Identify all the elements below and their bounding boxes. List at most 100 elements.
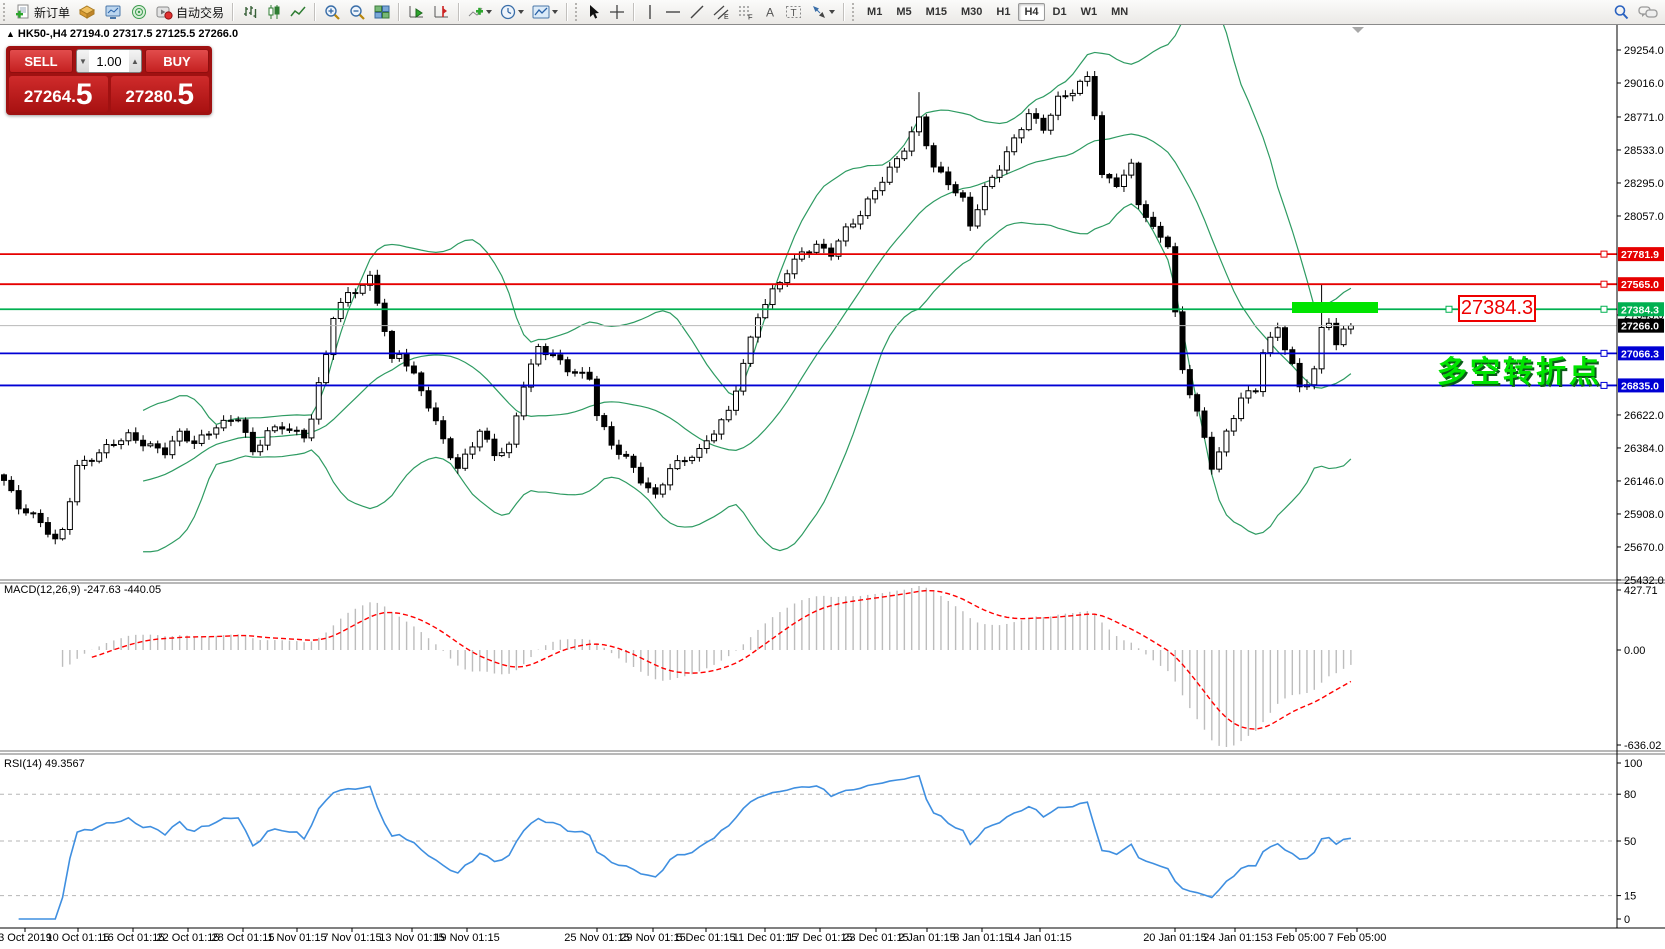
autotrading-button[interactable]: 自动交易 [153,2,227,22]
arrows-dropdown-caret[interactable] [829,10,835,14]
chat-button[interactable] [1635,2,1661,22]
trendline-icon [689,4,705,20]
rsi-axis-label: 50 [1624,836,1636,848]
bar-chart-button[interactable] [239,2,261,22]
templates-icon [532,4,550,20]
buy-price-display[interactable]: 27280.5 [111,76,210,112]
periods-dropdown-caret[interactable] [518,10,524,14]
level-line-handle[interactable] [1601,281,1607,287]
svg-text:F: F [748,13,753,21]
collapse-arrow-icon[interactable]: ▲ [6,29,15,39]
chart-background [0,24,1665,948]
time-axis-label: 28 Oct 01:15 [212,932,275,944]
text-label-icon: T [785,4,803,20]
candlestick-chart-button[interactable] [263,2,285,22]
time-axis-label: 1 Nov 01:15 [267,932,326,944]
horizontal-line-icon [665,4,681,20]
horizontal-line-tool-button[interactable] [662,2,684,22]
fibonacci-tool-button[interactable]: F [735,2,758,22]
line-chart-button[interactable] [287,2,309,22]
auto-scroll-button[interactable] [405,2,428,22]
sell-button[interactable]: SELL [9,49,73,73]
toolbar-grip [852,3,857,21]
time-axis-label: 20 Jan 01:15 [1143,932,1207,944]
cursor-icon [587,4,601,20]
svg-text:26835.0: 26835.0 [1621,380,1659,392]
rsi-axis-label: 100 [1624,758,1642,770]
volume-control: ▼ ▲ [76,49,142,73]
macd-axis-label: 0.00 [1624,645,1645,657]
volume-increase-button[interactable]: ▲ [129,50,141,72]
market-watch-button[interactable] [101,2,125,22]
indicators-button[interactable] [465,2,495,22]
search-icon [1613,4,1630,20]
tile-windows-button[interactable] [371,2,393,22]
time-axis-label: 2 Jan 01:15 [898,932,956,944]
price-tick-label: 28295.0 [1624,178,1664,190]
profiles-icon [78,4,96,20]
channel-tool-button[interactable]: E [710,2,733,22]
buy-price-pips: 5 [177,80,194,110]
toolbar-separator [458,3,460,21]
timeframe-button-h4[interactable]: H4 [1018,3,1044,21]
time-axis-label: 14 Jan 01:15 [1008,932,1072,944]
periods-button[interactable] [497,2,527,22]
navigator-icon [130,4,148,20]
macd-axis-label: -636.02 [1624,740,1661,752]
timeframe-button-m1[interactable]: M1 [861,3,888,21]
price-tick-label: 28057.0 [1624,211,1664,223]
timeframe-button-m30[interactable]: M30 [955,3,988,21]
crosshair-tool-button[interactable] [606,2,628,22]
toolbar-grip [575,3,580,21]
autotrading-icon [156,4,173,20]
price-tick-label: 28771.0 [1624,112,1664,124]
text-label-tool-button[interactable]: T [782,2,806,22]
buy-button[interactable]: BUY [145,49,209,73]
price-tick-label: 26146.0 [1624,476,1664,488]
trendline-tool-button[interactable] [686,2,708,22]
text-icon: A [763,4,777,20]
volume-decrease-button[interactable]: ▼ [77,50,89,72]
zoom-in-button[interactable] [321,2,344,22]
timeframe-button-m5[interactable]: M5 [890,3,917,21]
level-line-handle[interactable] [1601,306,1607,312]
zoom-out-button[interactable] [346,2,369,22]
time-axis-label: 7 Nov 01:15 [322,932,381,944]
templates-dropdown-caret[interactable] [552,10,558,14]
cursor-tool-button[interactable] [584,2,604,22]
arrows-tool-button[interactable] [808,2,838,22]
profiles-button[interactable] [75,2,99,22]
time-axis-label: 3 Feb 05:00 [1267,932,1326,944]
timeframe-button-m15[interactable]: M15 [920,3,953,21]
sell-price-display[interactable]: 27264.5 [9,76,108,112]
text-tool-button[interactable]: A [760,2,780,22]
chart-shift-button[interactable] [430,2,453,22]
time-axis-label: 7 Feb 05:00 [1328,932,1387,944]
svg-text:27066.3: 27066.3 [1621,348,1659,360]
templates-button[interactable] [529,2,561,22]
zoom-in-icon [324,4,341,20]
timeframe-button-d1[interactable]: D1 [1047,3,1073,21]
timeframe-button-h1[interactable]: H1 [990,3,1016,21]
vertical-line-tool-button[interactable] [640,2,660,22]
macd-label: MACD(12,26,9) -247.63 -440.05 [4,584,161,596]
navigator-button[interactable] [127,2,151,22]
price-level-annotation-box[interactable]: 27384.3 [1458,295,1536,322]
timeframe-button-w1[interactable]: W1 [1075,3,1104,21]
new-order-button[interactable]: 新订单 [12,2,73,22]
level-line-handle[interactable] [1601,251,1607,257]
timeframe-button-mn[interactable]: MN [1105,3,1134,21]
volume-input[interactable] [89,50,129,72]
main-toolbar: 新订单 自动交易 [0,0,1665,25]
highlight-rectangle[interactable] [1292,302,1378,313]
indicators-dropdown-caret[interactable] [486,10,492,14]
chart-annotation-text[interactable]: 多空转折点 [1437,347,1617,391]
search-button[interactable] [1610,2,1633,22]
timeframe-toolbar: M1M5M15M30H1H4D1W1MN [860,3,1135,21]
periods-clock-icon [500,4,516,20]
annotation-handle[interactable] [1446,306,1452,312]
fibonacci-icon: F [738,4,755,20]
price-tick-label: 26384.0 [1624,443,1664,455]
toolbar-separator [633,3,635,21]
chart-canvas[interactable]: 29254.029016.028771.028533.028295.028057… [0,0,1665,949]
